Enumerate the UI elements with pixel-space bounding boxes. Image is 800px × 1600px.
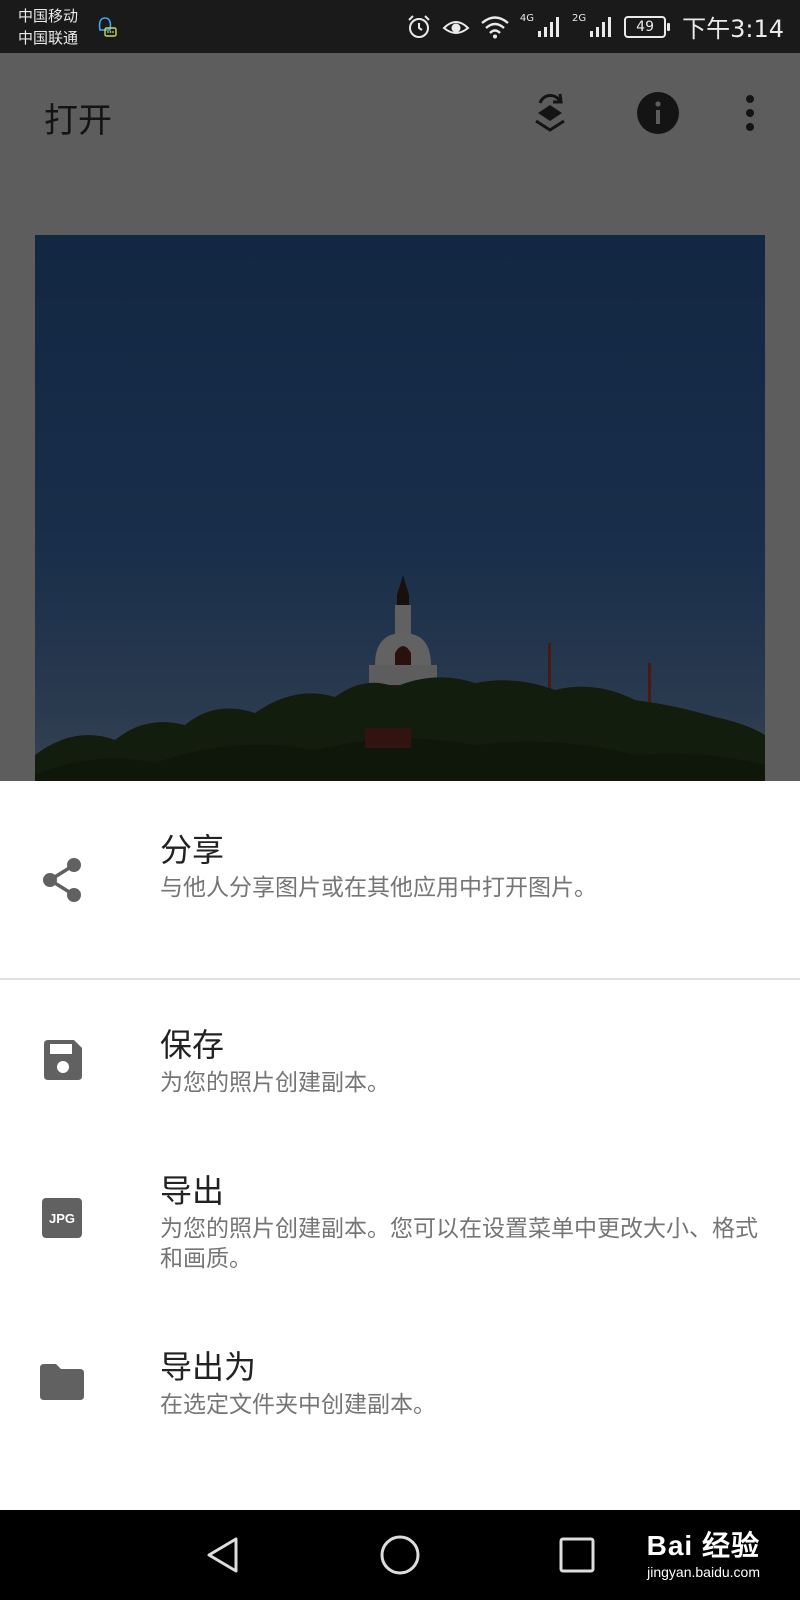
jpg-icon: JPG	[38, 1194, 86, 1242]
signal-strength-icon	[590, 16, 612, 37]
share-bottom-sheet: 分享 与他人分享图片或在其他应用中打开图片。 保存 为您的照片创建副本。 JPG…	[0, 781, 800, 1510]
share-title: 分享	[160, 831, 225, 869]
folder-icon	[38, 1358, 86, 1406]
home-circle-icon	[380, 1535, 420, 1575]
clock: 下午3:14	[682, 15, 784, 43]
save-title: 保存	[160, 1026, 225, 1064]
recents-square-icon	[559, 1537, 595, 1573]
network-type-2: 2G	[571, 13, 587, 24]
share-icon	[38, 856, 86, 904]
export-as-description: 在选定文件夹中创建副本。	[160, 1392, 436, 1418]
export-as-option[interactable]: 导出为 在选定文件夹中创建副本。	[0, 1310, 800, 1490]
save-option[interactable]: 保存 为您的照片创建副本。	[0, 980, 800, 1130]
home-button[interactable]	[375, 1530, 425, 1580]
export-description: 为您的照片创建副本。您可以在设置菜单中更改大小、格式和画质。	[160, 1216, 758, 1272]
wifi-icon	[481, 15, 509, 38]
export-option[interactable]: JPG 导出 为您的照片创建副本。您可以在设置菜单中更改大小、格式和画质。	[0, 1130, 800, 1310]
save-description: 为您的照片创建副本。	[160, 1070, 390, 1096]
app-background: 打开	[0, 53, 800, 781]
watermark-url: jingyan.baidu.com	[647, 1564, 760, 1580]
eye-comfort-icon	[442, 20, 470, 34]
export-as-title: 导出为	[160, 1348, 257, 1386]
dim-overlay[interactable]	[0, 53, 800, 781]
signal-strength-icon	[537, 16, 559, 37]
status-indicators: 4G 2G 49 下午3:14	[406, 0, 784, 53]
baidu-jingyan-watermark: Bai 经验 jingyan.baidu.com	[647, 1524, 760, 1580]
back-button[interactable]	[198, 1530, 248, 1580]
network-type-1: 4G	[519, 13, 534, 24]
watermark-brand: Bai 经验	[646, 1530, 760, 1561]
carrier-labels: 中国移动 中国联通	[18, 5, 78, 49]
carrier-1: 中国移动	[18, 7, 79, 25]
navigation-bar: Bai 经验 jingyan.baidu.com	[0, 1510, 800, 1600]
back-triangle-icon	[207, 1537, 238, 1573]
alarm-icon	[408, 14, 430, 38]
recents-button[interactable]	[552, 1530, 602, 1580]
share-option[interactable]: 分享 与他人分享图片或在其他应用中打开图片。	[0, 781, 800, 978]
jpg-badge: JPG	[42, 1198, 82, 1238]
share-description: 与他人分享图片或在其他应用中打开图片。	[160, 875, 597, 901]
notification-bell-icon	[98, 17, 117, 37]
battery-indicator: 49	[624, 15, 671, 38]
status-bar: 中国移动 中国联通 4G 2G 49 下午3:14	[0, 0, 800, 53]
carrier-2: 中国联通	[18, 29, 79, 47]
save-icon	[38, 1036, 86, 1084]
export-title: 导出	[160, 1172, 225, 1210]
